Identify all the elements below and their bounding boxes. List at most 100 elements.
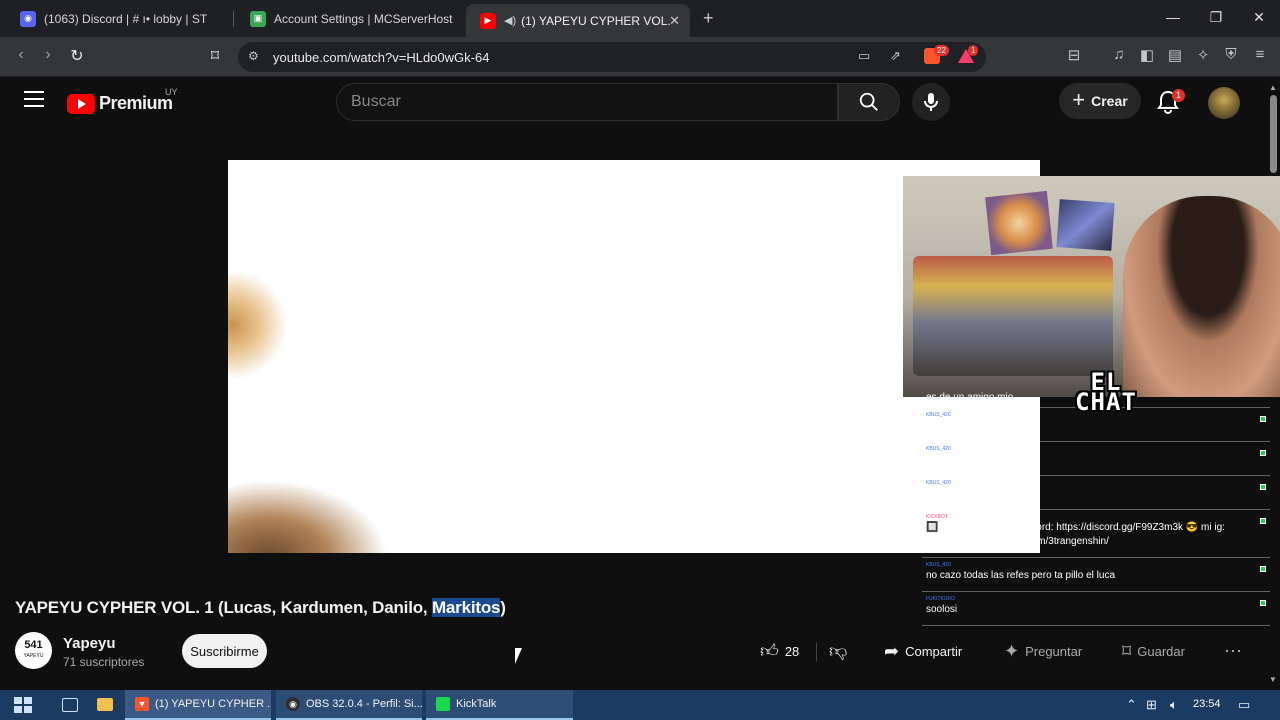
cast-icon[interactable]: ▭ <box>858 48 870 64</box>
kick-badge-icon <box>1260 416 1266 422</box>
search-input[interactable] <box>351 93 811 111</box>
mouse-cursor <box>515 648 522 664</box>
chat-message: KBUS_420 vecino <box>922 412 1270 442</box>
new-tab-button[interactable]: + <box>703 8 714 29</box>
scroll-up-icon[interactable]: ▲ <box>1269 83 1277 92</box>
subscribe-button[interactable]: Suscribirme <box>182 634 267 668</box>
file-explorer-icon[interactable] <box>97 698 113 711</box>
start-icon[interactable] <box>14 697 32 713</box>
save-button[interactable]: ⌑ Guardar <box>1122 634 1202 668</box>
vpn-icon[interactable]: ⛨ <box>1220 46 1242 63</box>
search-icon <box>859 92 878 111</box>
taskbar-label: OBS 32.0.4 - Perfil: Si... <box>306 698 422 710</box>
volume-icon[interactable]: 🔈︎ <box>1170 697 1178 713</box>
chat-message: KBUS_420 no cazo todas las refes pero ta… <box>922 562 1270 592</box>
browser-tab-strip: ◉ (1063) Discord | # ı­•­ lobby | ST ▣ A… <box>0 0 1280 37</box>
tab-youtube[interactable]: ▶ ◀) (1) YAPEYU CYPHER VOL. 1 (L ✕ <box>466 4 690 37</box>
title-selected-text[interactable]: Markitos <box>431 598 500 617</box>
search-box[interactable] <box>336 83 838 121</box>
plus-icon: + <box>1072 86 1086 112</box>
tab-discord[interactable]: ◉ (1063) Discord | # ı­•­ lobby | ST <box>6 4 228 33</box>
share-icon[interactable]: ⇗ <box>890 48 901 64</box>
more-actions-button[interactable]: ⋯ <box>1224 634 1248 668</box>
taskbar-label: (1) YAPEYU CYPHER ... <box>155 698 271 710</box>
chat-text: soolosi <box>926 604 958 615</box>
like-button[interactable]: 👍︎ 28 <box>760 634 810 668</box>
kick-badge-icon <box>1260 450 1266 456</box>
scrollbar-thumb[interactable] <box>1270 95 1277 173</box>
channel-avatar-subtext: YAPEYU <box>23 652 44 659</box>
url-text[interactable]: youtube.com/watch?v=HLdo0wGk-64 <box>273 50 489 65</box>
notification-badge: 1 <box>1172 89 1186 102</box>
minimize-icon[interactable]: — <box>1163 9 1183 25</box>
dislike-button[interactable]: 👎︎ <box>829 634 855 668</box>
account-avatar[interactable] <box>1208 87 1240 119</box>
channel-avatar-text: 541 <box>24 638 43 651</box>
chat-username: KBUS_420 <box>926 562 951 568</box>
hamburger-menu-icon[interactable] <box>24 91 44 109</box>
back-icon[interactable]: ‹ <box>10 46 32 64</box>
youtube-premium-logo[interactable]: Premium UY <box>67 87 178 114</box>
chat-message: KBUS_420 amigo vecino xd <box>922 446 1270 476</box>
taskbar-kicktalk[interactable]: KickTalk <box>426 690 573 720</box>
media-icon[interactable]: ♫ <box>1108 46 1130 63</box>
bookmark-icon[interactable]: ⌑ <box>204 46 226 66</box>
webcam-shelf <box>913 256 1113 376</box>
kick-badge-icon <box>1260 518 1266 524</box>
chat-text: no cazo todas las refes pero ta pillo el… <box>926 570 1115 581</box>
like-count: 28 <box>784 643 800 659</box>
reload-icon[interactable]: ↻ <box>66 46 88 66</box>
share-button[interactable]: ➦ Compartir <box>884 634 974 668</box>
mcserverhost-icon: ▣ <box>250 10 266 27</box>
thumbs-down-icon: 👎︎ <box>829 641 848 661</box>
bookmark-save-icon: ⌑ <box>1122 640 1132 661</box>
kick-badge-icon <box>1260 484 1266 490</box>
search-button[interactable] <box>838 83 900 121</box>
more-dots-icon: ⋯ <box>1224 640 1242 661</box>
channel-avatar[interactable]: 541 YAPEYU <box>15 632 52 669</box>
wallet-icon[interactable]: ▤ <box>1164 46 1186 64</box>
channel-name[interactable]: Yapeyu <box>63 635 116 652</box>
speaker-icon: ◀) <box>504 15 517 27</box>
leo-icon[interactable]: ✧ <box>1192 46 1214 64</box>
chat-message: KBUS_420 xd <box>922 480 1270 510</box>
kicktalk-icon <box>436 697 450 711</box>
browser-menu-icon[interactable]: ≡ <box>1249 46 1271 63</box>
tab-search-icon[interactable]: ⊟ <box>1063 46 1085 64</box>
browser-toolbar: ‹ › ↻ ⌑ ⚙ youtube.com/watch?v=HLdo0wGk-6… <box>0 37 1280 77</box>
taskbar-obs[interactable]: ◉ OBS 32.0.4 - Perfil: Si... <box>276 690 422 720</box>
create-label: Crear <box>1091 93 1128 109</box>
screenshot-tool-icon[interactable] <box>62 698 78 712</box>
ask-button[interactable]: ✦ Preguntar <box>1004 634 1104 668</box>
window-close-icon[interactable]: ✕ <box>1249 9 1269 26</box>
address-bar[interactable]: ⚙ youtube.com/watch?v=HLdo0wGk-64 ▭ ⇗ 22… <box>238 42 986 72</box>
webcam-poster <box>1056 199 1115 251</box>
close-icon[interactable]: ✕ <box>669 13 680 29</box>
tray-overflow-icon[interactable]: ⌃ <box>1126 697 1137 713</box>
create-button[interactable]: + Crear <box>1059 83 1141 119</box>
save-label: Guardar <box>1137 643 1185 659</box>
taskbar-label: KickTalk <box>456 698 497 710</box>
voice-search-button[interactable] <box>912 83 950 121</box>
taskbar-clock[interactable]: 23:54 <box>1193 698 1221 710</box>
site-info-icon[interactable]: ⚙ <box>248 49 259 63</box>
youtube-icon: ▶ <box>480 12 496 29</box>
chat-text: vecino <box>926 420 955 431</box>
network-icon[interactable]: ⊞ <box>1146 697 1157 713</box>
country-code: UY <box>165 87 178 97</box>
action-center-icon[interactable]: ▭ <box>1238 697 1250 713</box>
taskbar-brave[interactable]: ▼ (1) YAPEYU CYPHER ... <box>125 690 271 720</box>
subscriber-count: 71 suscriptores <box>63 655 145 669</box>
ask-label: Preguntar <box>1025 643 1083 659</box>
scroll-down-icon[interactable]: ▼ <box>1269 675 1277 684</box>
restore-icon[interactable]: ❐ <box>1206 9 1226 26</box>
logo-text: Premium <box>99 93 173 113</box>
tab-mcserverhost[interactable]: ▣ Account Settings | MCServerHost <box>236 4 462 33</box>
tab-label: (1) YAPEYU CYPHER VOL. 1 (L <box>521 13 671 28</box>
notifications-button[interactable]: 1 <box>1156 89 1186 117</box>
chat-message: FUKITKURO soolosi <box>922 596 1270 626</box>
forward-icon[interactable]: › <box>37 46 59 64</box>
webcam-streamer <box>1123 196 1280 397</box>
title-text-end: ) <box>500 598 506 617</box>
sidebar-icon[interactable]: ◧ <box>1136 46 1158 64</box>
